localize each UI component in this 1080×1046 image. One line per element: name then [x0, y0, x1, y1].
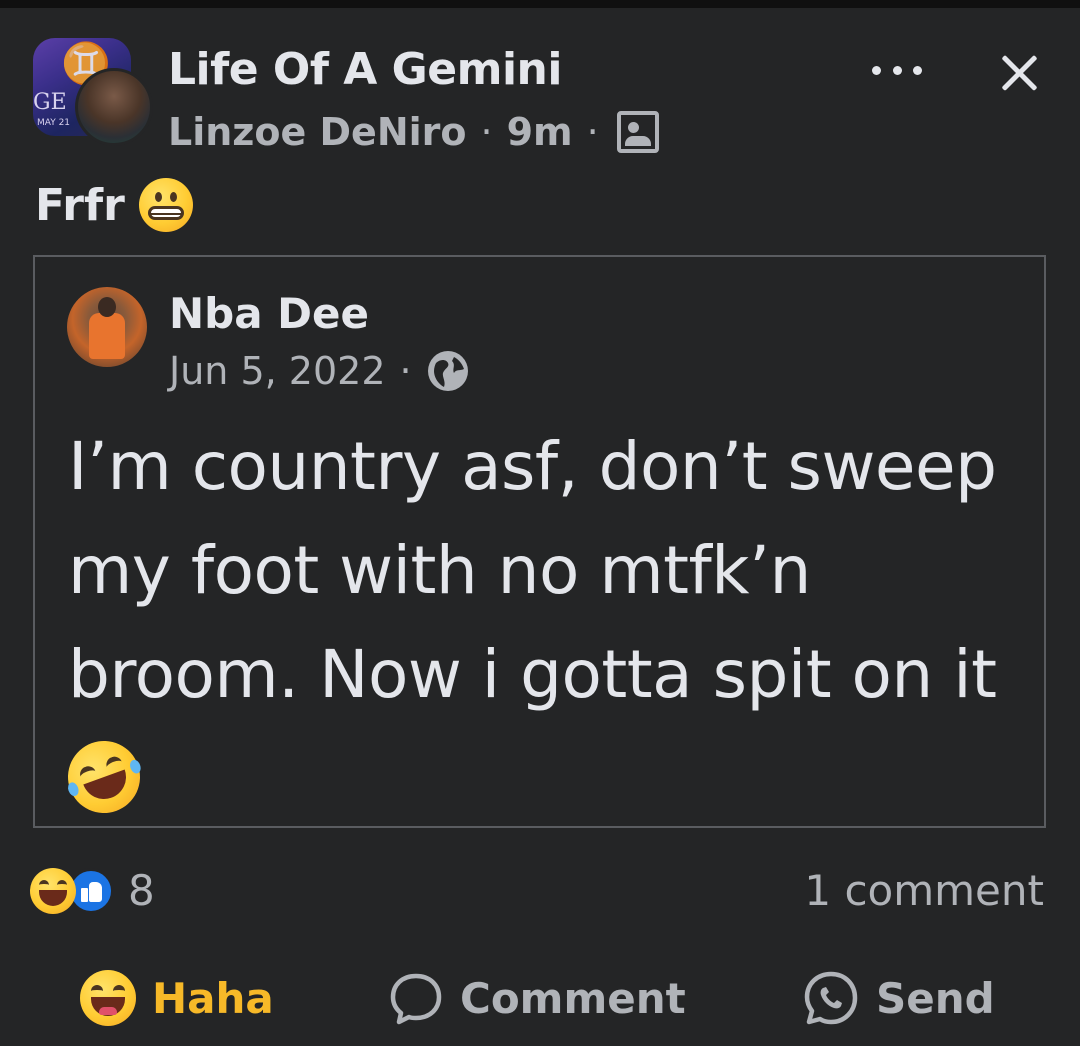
- send-button[interactable]: Send: [802, 958, 995, 1038]
- messenger-send-icon: [804, 971, 858, 1025]
- meta-separator: ·: [480, 110, 493, 154]
- comment-count[interactable]: 1 comment: [804, 866, 1044, 915]
- comment-button[interactable]: Comment: [388, 958, 686, 1038]
- rofl-emoji: [57, 730, 151, 824]
- post-meta: Linzoe DeNiro · 9m ·: [168, 106, 659, 158]
- shared-post-body: I’m country asf, don’t sweep my foot wit…: [68, 428, 997, 713]
- haha-label: Haha: [152, 973, 274, 1023]
- author-avatar[interactable]: [75, 68, 153, 146]
- author-name[interactable]: Linzoe DeNiro: [168, 110, 467, 154]
- status-strip: [0, 0, 1080, 8]
- action-bar: Haha Comment Send: [0, 958, 1080, 1038]
- avatar-text-ge: GE: [33, 90, 67, 115]
- shared-author-avatar[interactable]: [67, 287, 147, 367]
- meta-separator: ·: [399, 349, 412, 393]
- shared-post-meta: Jun 5, 2022 ·: [169, 349, 470, 393]
- reactions-summary[interactable]: 8: [30, 866, 155, 915]
- comment-icon: [390, 973, 442, 1025]
- group-avatar[interactable]: ♊ GE MAY 21: [33, 38, 153, 146]
- audience-friends-icon[interactable]: [616, 111, 659, 153]
- reaction-count[interactable]: 8: [128, 866, 155, 915]
- grimace-emoji: [138, 178, 193, 232]
- close-icon[interactable]: [995, 48, 1043, 96]
- caption-text: Frfr: [35, 179, 125, 231]
- comment-label: Comment: [460, 973, 686, 1023]
- post-caption: Frfr: [35, 178, 193, 232]
- haha-reaction-icon: [80, 970, 136, 1026]
- post-time[interactable]: 9m: [507, 110, 573, 154]
- shared-post[interactable]: Nba Dee Jun 5, 2022 · I’m country asf, d…: [33, 255, 1046, 828]
- send-label: Send: [876, 973, 995, 1023]
- shared-author-name[interactable]: Nba Dee: [169, 289, 369, 338]
- group-name[interactable]: Life Of A Gemini: [168, 44, 562, 95]
- shared-post-text: I’m country asf, don’t sweep my foot wit…: [57, 415, 998, 831]
- avatar-text-may: MAY 21: [37, 118, 71, 128]
- shared-post-date[interactable]: Jun 5, 2022: [169, 349, 386, 393]
- haha-button[interactable]: Haha: [80, 958, 274, 1038]
- more-icon[interactable]: [872, 60, 922, 80]
- post-card: ♊ GE MAY 21 Life Of A Gemini Linzoe DeNi…: [0, 8, 1080, 1046]
- globe-icon: [427, 351, 468, 391]
- haha-reaction-icon: [30, 867, 76, 914]
- meta-separator: ·: [586, 110, 599, 154]
